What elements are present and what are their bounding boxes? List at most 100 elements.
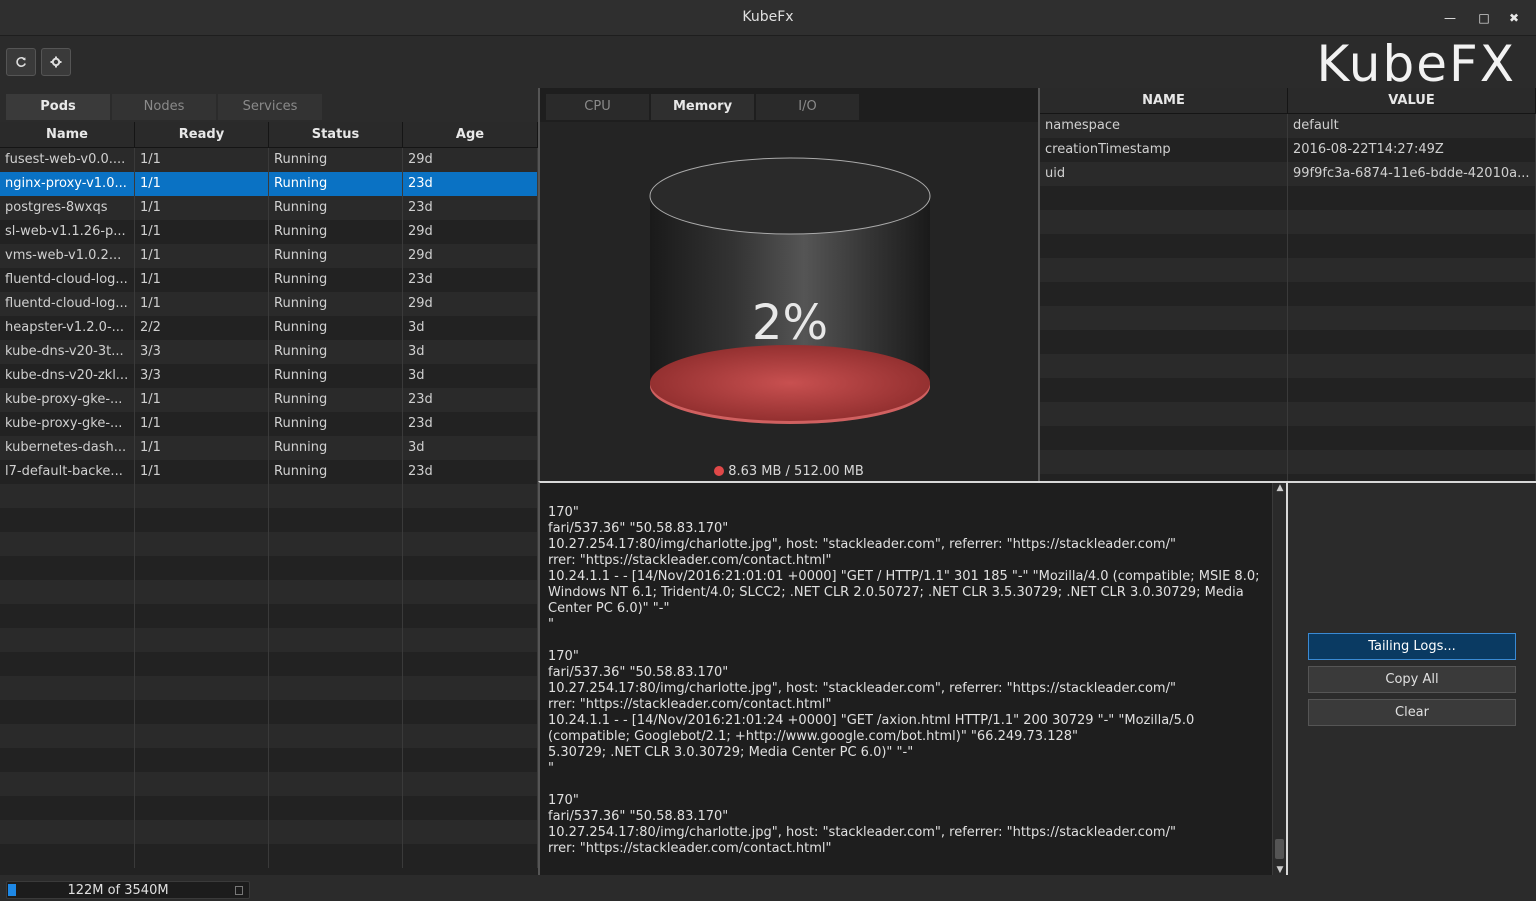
scroll-thumb[interactable] [1275, 839, 1284, 859]
table-row[interactable] [1040, 354, 1536, 378]
pod-status [269, 556, 403, 580]
pod-ready [135, 484, 269, 508]
gauge-legend-text: 8.63 MB / 512.00 MB [728, 464, 864, 479]
table-row[interactable] [1040, 378, 1536, 402]
tab-cpu[interactable]: CPU [546, 94, 649, 120]
table-row[interactable]: nginx-proxy-v1.0... 1/1 Running 23d [0, 172, 538, 196]
tab-io[interactable]: I/O [756, 94, 859, 120]
table-row[interactable]: creationTimestamp 2016-08-22T14:27:49Z [1040, 138, 1536, 162]
column-prop-name[interactable]: NAME [1040, 88, 1288, 113]
table-row[interactable] [0, 676, 538, 700]
table-row[interactable] [0, 508, 538, 532]
table-row[interactable] [1040, 402, 1536, 426]
pod-age [403, 820, 538, 844]
table-row[interactable] [1040, 282, 1536, 306]
tab-memory[interactable]: Memory [651, 94, 754, 120]
prop-name [1040, 186, 1288, 210]
table-row[interactable]: fusest-web-v0.0.... 1/1 Running 29d [0, 148, 538, 172]
pod-name [0, 724, 135, 748]
pod-ready [135, 700, 269, 724]
table-row[interactable]: fluentd-cloud-log... 1/1 Running 29d [0, 292, 538, 316]
pod-ready [135, 820, 269, 844]
pods-table[interactable]: Name Ready Status Age fusest-web-v0.0...… [0, 122, 538, 875]
table-row[interactable] [0, 484, 538, 508]
window-title: KubeFx [742, 9, 794, 25]
pod-status: Running [269, 388, 403, 412]
table-row[interactable] [1040, 258, 1536, 282]
status-bar: 122M of 3540M [0, 875, 1536, 901]
table-row[interactable] [0, 532, 538, 556]
scroll-up-icon[interactable]: ▲ [1273, 483, 1287, 493]
prop-name [1040, 306, 1288, 330]
table-row[interactable]: fluentd-cloud-log... 1/1 Running 23d [0, 268, 538, 292]
gc-icon[interactable] [235, 886, 243, 895]
close-button[interactable]: ✖ [1504, 8, 1524, 28]
table-row[interactable]: namespace default [1040, 114, 1536, 138]
pod-ready: 1/1 [135, 220, 269, 244]
table-row[interactable] [0, 820, 538, 844]
pod-age: 3d [403, 340, 538, 364]
clear-button[interactable]: Clear [1308, 699, 1516, 726]
table-row[interactable]: kube-proxy-gke-... 1/1 Running 23d [0, 388, 538, 412]
table-row[interactable] [0, 772, 538, 796]
table-row[interactable]: l7-default-backe... 1/1 Running 23d [0, 460, 538, 484]
table-row[interactable] [0, 628, 538, 652]
pod-status: Running [269, 412, 403, 436]
minimize-button[interactable]: — [1440, 8, 1460, 28]
table-row[interactable] [1040, 234, 1536, 258]
column-name[interactable]: Name [0, 122, 135, 148]
table-row[interactable] [0, 604, 538, 628]
pod-age: 23d [403, 412, 538, 436]
table-row[interactable]: uid 99f9fc3a-6874-11e6-bdde-42010a... [1040, 162, 1536, 186]
column-ready[interactable]: Ready [135, 122, 269, 148]
table-row[interactable] [0, 844, 538, 868]
table-row[interactable] [1040, 450, 1536, 474]
table-row[interactable]: kube-proxy-gke-... 1/1 Running 23d [0, 412, 538, 436]
table-row[interactable] [0, 724, 538, 748]
prop-value [1288, 210, 1536, 234]
prop-value [1288, 282, 1536, 306]
log-scrollbar[interactable]: ▲ ▼ [1272, 483, 1286, 875]
table-row[interactable] [1040, 306, 1536, 330]
pod-age [403, 652, 538, 676]
settings-button[interactable] [41, 48, 71, 76]
copy-all-button[interactable]: Copy All [1308, 666, 1516, 693]
table-row[interactable]: heapster-v1.2.0-... 2/2 Running 3d [0, 316, 538, 340]
prop-name [1040, 234, 1288, 258]
table-row[interactable] [0, 700, 538, 724]
log-output[interactable]: 170" fari/537.36" "50.58.83.170" 10.27.2… [548, 505, 1266, 865]
table-row[interactable] [0, 580, 538, 604]
pod-age [403, 772, 538, 796]
table-row[interactable] [1040, 210, 1536, 234]
prop-value [1288, 186, 1536, 210]
pod-status [269, 724, 403, 748]
prop-value: 2016-08-22T14:27:49Z [1288, 138, 1536, 162]
refresh-icon [16, 56, 26, 67]
table-row[interactable] [0, 796, 538, 820]
maximize-button[interactable]: □ [1474, 8, 1494, 28]
table-row[interactable]: kube-dns-v20-3t... 3/3 Running 3d [0, 340, 538, 364]
table-row[interactable]: kube-dns-v20-zkl... 3/3 Running 3d [0, 364, 538, 388]
tab-pods[interactable]: Pods [6, 94, 110, 120]
table-row[interactable]: vms-web-v1.0.2... 1/1 Running 29d [0, 244, 538, 268]
table-row[interactable] [0, 748, 538, 772]
table-row[interactable]: kubernetes-dash... 1/1 Running 3d [0, 436, 538, 460]
table-row[interactable] [1040, 186, 1536, 210]
pod-age [403, 676, 538, 700]
table-row[interactable] [1040, 426, 1536, 450]
tab-nodes[interactable]: Nodes [112, 94, 216, 120]
pod-ready: 3/3 [135, 364, 269, 388]
tailing-logs-button[interactable]: Tailing Logs... [1308, 633, 1516, 660]
tab-services[interactable]: Services [218, 94, 322, 120]
table-row[interactable]: postgres-8wxqs 1/1 Running 23d [0, 196, 538, 220]
table-row[interactable]: sl-web-v1.1.26-p... 1/1 Running 29d [0, 220, 538, 244]
properties-table[interactable]: namespace default creationTimestamp 2016-08… [1040, 114, 1536, 498]
table-row[interactable] [1040, 330, 1536, 354]
table-row[interactable] [0, 556, 538, 580]
refresh-button[interactable] [6, 48, 36, 76]
column-status[interactable]: Status [269, 122, 403, 148]
table-row[interactable] [0, 652, 538, 676]
column-age[interactable]: Age [403, 122, 538, 148]
column-prop-value[interactable]: VALUE [1288, 88, 1536, 113]
scroll-down-icon[interactable]: ▼ [1273, 865, 1287, 875]
